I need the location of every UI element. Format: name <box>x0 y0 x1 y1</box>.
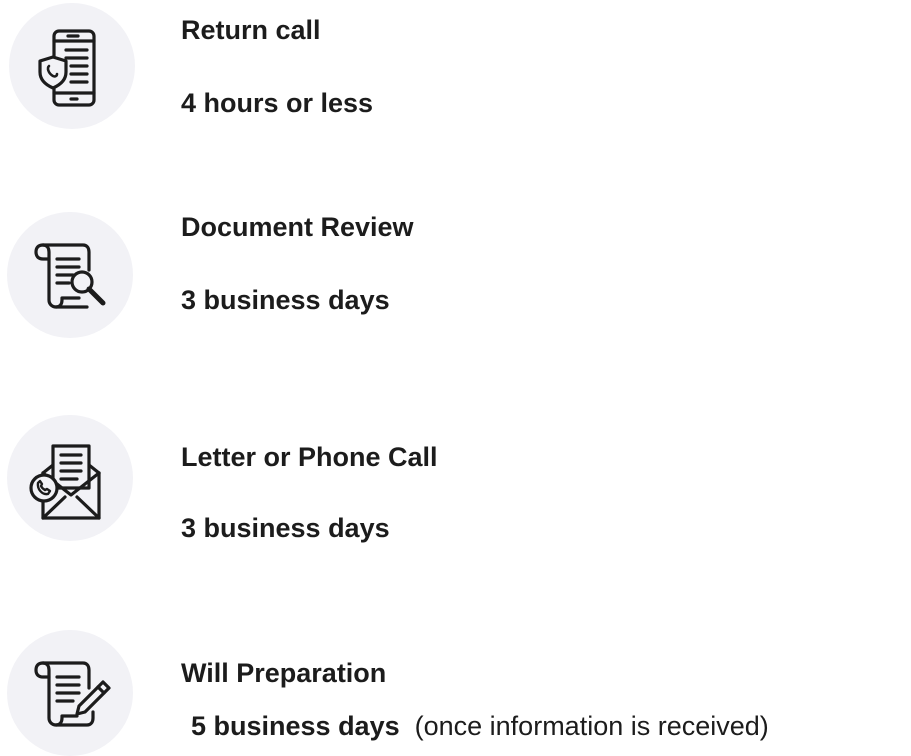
turnaround-note: (once information is received) <box>414 711 769 741</box>
turnaround-value: 5 business days <box>191 711 400 741</box>
envelope-phone-icon <box>29 444 101 520</box>
service-turnaround: 3 business days <box>181 285 390 315</box>
service-title: Document Review <box>181 212 414 242</box>
icon-circle <box>7 212 133 338</box>
service-title: Letter or Phone Call <box>181 442 438 472</box>
service-title: Will Preparation <box>181 658 387 688</box>
icon-circle <box>7 415 133 541</box>
service-turnaround: 4 hours or less <box>181 88 374 118</box>
scroll-pen-icon <box>34 661 111 727</box>
smartphone-shield-icon <box>38 29 96 107</box>
service-turnaround: 3 business days <box>181 513 390 543</box>
icon-circle <box>7 630 133 756</box>
icon-circle <box>9 3 135 129</box>
service-turnaround: 5 business days (once information is rec… <box>191 710 769 742</box>
scroll-magnifier-icon <box>34 243 106 309</box>
service-title: Return call <box>181 15 321 45</box>
